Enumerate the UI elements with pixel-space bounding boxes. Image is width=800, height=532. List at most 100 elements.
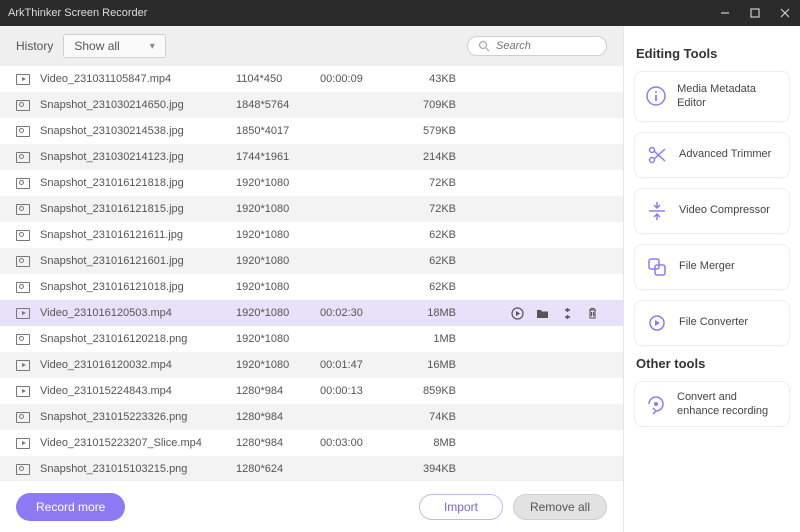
file-list[interactable]: Video_231031105847.mp41104*45000:00:0943… <box>0 66 623 480</box>
merge-icon <box>645 255 669 279</box>
tool-label: Video Compressor <box>679 203 770 217</box>
file-name: Video_231015223207_Slice.mp4 <box>40 437 236 449</box>
file-name: Snapshot_231016121818.jpg <box>40 177 236 189</box>
search-box[interactable] <box>467 36 607 56</box>
chevron-down-icon: ▾ <box>150 41 155 52</box>
window-controls <box>718 6 792 20</box>
search-input[interactable] <box>496 40 596 52</box>
file-size: 62KB <box>396 229 456 241</box>
file-resolution: 1920*1080 <box>236 307 320 319</box>
tool-label: Convert and enhance recording <box>677 390 779 419</box>
history-label: History <box>16 39 53 53</box>
video-icon <box>16 360 30 371</box>
file-duration: 00:02:30 <box>320 307 396 319</box>
compress-icon <box>645 199 669 223</box>
file-size: 579KB <box>396 125 456 137</box>
tool-merge[interactable]: File Merger <box>634 244 790 290</box>
convert-icon <box>645 311 669 335</box>
table-row[interactable]: Snapshot_231015103215.png1280*624394KB <box>0 456 623 480</box>
file-resolution: 1280*624 <box>236 463 320 475</box>
tool-label: Media Metadata Editor <box>677 82 779 111</box>
tool-enhance[interactable]: Convert and enhance recording <box>634 381 790 428</box>
editing-tools-title: Editing Tools <box>636 46 790 61</box>
file-duration: 00:01:47 <box>320 359 396 371</box>
file-size: 62KB <box>396 281 456 293</box>
file-resolution: 1280*984 <box>236 437 320 449</box>
folder-icon[interactable] <box>536 307 549 320</box>
record-more-button[interactable]: Record more <box>16 493 125 521</box>
file-name: Video_231016120503.mp4 <box>40 307 236 319</box>
close-button[interactable] <box>778 6 792 20</box>
tool-label: File Merger <box>679 259 735 273</box>
tool-info[interactable]: Media Metadata Editor <box>634 71 790 122</box>
video-icon <box>16 74 30 85</box>
play-icon[interactable] <box>511 307 524 320</box>
file-name: Snapshot_231030214123.jpg <box>40 151 236 163</box>
file-resolution: 1920*1080 <box>236 229 320 241</box>
scissors-icon <box>645 143 669 167</box>
table-row[interactable]: Video_231016120503.mp41920*108000:02:301… <box>0 300 623 326</box>
file-size: 72KB <box>396 177 456 189</box>
file-name: Snapshot_231030214538.jpg <box>40 125 236 137</box>
maximize-button[interactable] <box>748 6 762 20</box>
table-row[interactable]: Snapshot_231016121818.jpg1920*1080 72KB <box>0 170 623 196</box>
file-size: 859KB <box>396 385 456 397</box>
video-icon <box>16 438 30 449</box>
video-icon <box>16 386 30 397</box>
search-icon <box>478 40 490 52</box>
table-row[interactable]: Snapshot_231030214123.jpg1744*1961214KB <box>0 144 623 170</box>
table-row[interactable]: Video_231015224843.mp41280*98400:00:1385… <box>0 378 623 404</box>
image-icon <box>16 464 30 475</box>
trash-icon[interactable] <box>586 307 599 320</box>
file-name: Snapshot_231016121601.jpg <box>40 255 236 267</box>
tool-scissors[interactable]: Advanced Trimmer <box>634 132 790 178</box>
file-resolution: 1280*984 <box>236 385 320 397</box>
image-icon <box>16 152 30 163</box>
file-name: Snapshot_231016120218.png <box>40 333 236 345</box>
file-resolution: 1920*1080 <box>236 177 320 189</box>
table-row[interactable]: Snapshot_231016120218.png1920*1080 1MB <box>0 326 623 352</box>
image-icon <box>16 334 30 345</box>
minimize-button[interactable] <box>718 6 732 20</box>
image-icon <box>16 100 30 111</box>
file-duration: 00:00:13 <box>320 385 396 397</box>
file-resolution: 1920*1080 <box>236 255 320 267</box>
table-row[interactable]: Video_231015223207_Slice.mp41280*98400:0… <box>0 430 623 456</box>
import-button[interactable]: Import <box>419 494 503 520</box>
table-row[interactable]: Snapshot_231015223326.png1280*98474KB <box>0 404 623 430</box>
image-icon <box>16 204 30 215</box>
remove-all-button[interactable]: Remove all <box>513 494 607 520</box>
file-name: Video_231016120032.mp4 <box>40 359 236 371</box>
file-resolution: 1920*1080 <box>236 333 320 345</box>
file-resolution: 1850*4017 <box>236 125 320 137</box>
table-row[interactable]: Video_231031105847.mp41104*45000:00:0943… <box>0 66 623 92</box>
table-row[interactable]: Video_231016120032.mp41920*108000:01:471… <box>0 352 623 378</box>
file-size: 1MB <box>396 333 456 345</box>
filter-dropdown[interactable]: Show all ▾ <box>63 34 165 58</box>
subheader: History Show all ▾ <box>0 26 623 66</box>
file-name: Snapshot_231015223326.png <box>40 411 236 423</box>
table-row[interactable]: Snapshot_231016121611.jpg1920*1080 62KB <box>0 222 623 248</box>
wrench-icon[interactable] <box>561 307 574 320</box>
image-icon <box>16 282 30 293</box>
video-icon <box>16 308 30 319</box>
file-duration: 00:00:09 <box>320 73 396 85</box>
tool-compress[interactable]: Video Compressor <box>634 188 790 234</box>
table-row[interactable]: Snapshot_231016121018.jpg1920*108062KB <box>0 274 623 300</box>
other-tools-title: Other tools <box>636 356 790 371</box>
sidebar: Editing Tools Media Metadata Editor Advan… <box>624 26 800 532</box>
file-name: Snapshot_231016121611.jpg <box>40 229 236 241</box>
file-name: Snapshot_231016121018.jpg <box>40 281 236 293</box>
table-row[interactable]: Snapshot_231030214650.jpg1848*5764709KB <box>0 92 623 118</box>
file-resolution: 1920*1080 <box>236 203 320 215</box>
row-actions <box>456 307 611 320</box>
file-size: 394KB <box>396 463 456 475</box>
tool-label: Advanced Trimmer <box>679 147 771 161</box>
tool-convert[interactable]: File Converter <box>634 300 790 346</box>
table-row[interactable]: Snapshot_231016121815.jpg1920*108072KB <box>0 196 623 222</box>
file-size: 214KB <box>396 151 456 163</box>
file-resolution: 1280*984 <box>236 411 320 423</box>
file-resolution: 1848*5764 <box>236 99 320 111</box>
table-row[interactable]: Snapshot_231030214538.jpg1850*4017 579KB <box>0 118 623 144</box>
table-row[interactable]: Snapshot_231016121601.jpg1920*108062KB <box>0 248 623 274</box>
